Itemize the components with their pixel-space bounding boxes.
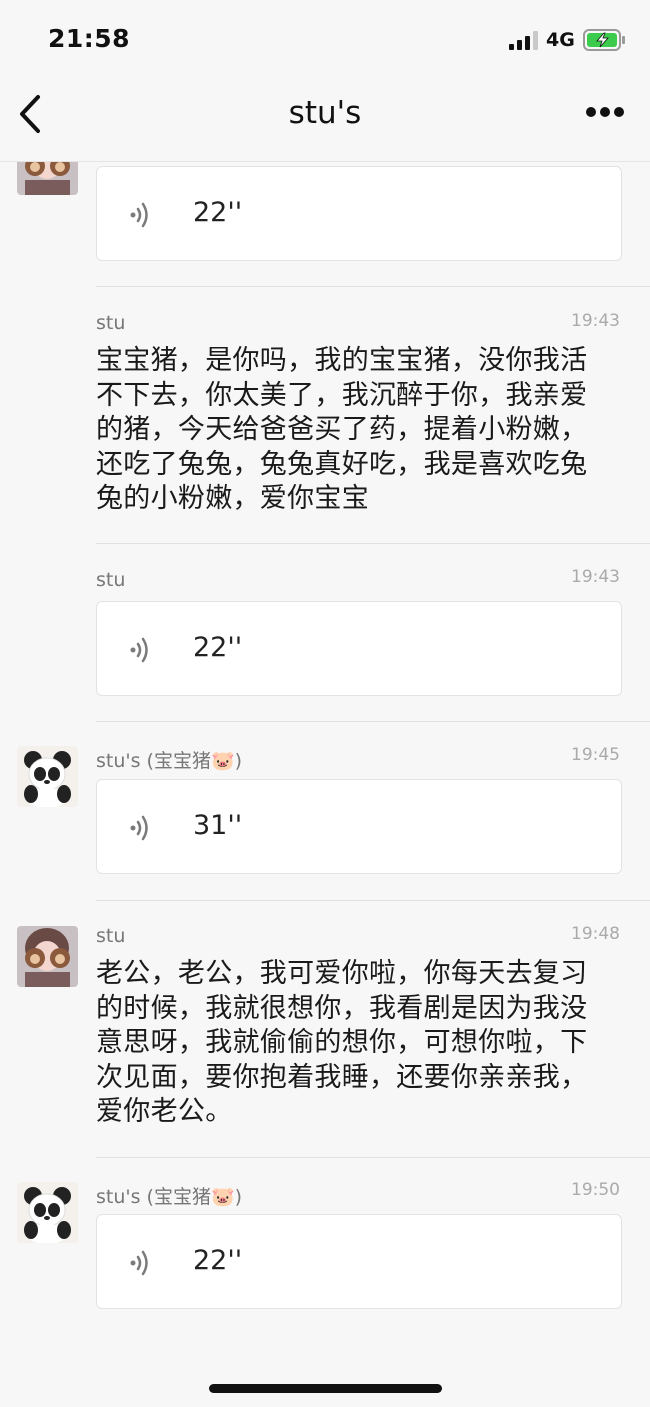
signal-strength-icon <box>509 30 539 50</box>
message-time: 19:43 <box>571 311 620 331</box>
voice-message[interactable]: 22'' <box>96 1214 622 1309</box>
status-time: 21:58 <box>48 24 131 53</box>
text-line: 兔的小粉嫩，爱你宝宝 <box>96 483 369 514</box>
message-divider <box>96 286 650 287</box>
chat-title: stu's <box>288 95 362 131</box>
message-time: 19:48 <box>571 924 620 944</box>
text-line: 还吃了兔兔，兔兔真好吃，我是喜欢吃兔 <box>96 448 588 480</box>
home-indicator[interactable] <box>209 1384 442 1393</box>
voice-wave-icon <box>130 202 148 228</box>
message-time: 19:45 <box>571 745 620 765</box>
voice-message[interactable]: 22'' <box>96 601 622 696</box>
voice-wave-icon <box>130 637 148 663</box>
avatar-stu[interactable] <box>17 926 78 987</box>
text-line: 老公，老公，我可爱你啦，你每天去复习 <box>96 958 588 989</box>
chat-screen: 21:58 4G stu's 22'' stu 19:43 宝宝猪，是你吗，我的… <box>0 0 650 1407</box>
battery-charging-icon <box>583 29 625 51</box>
sender-name: stu's (宝宝猪🐷) <box>96 1186 243 1208</box>
more-options-icon[interactable] <box>586 105 626 119</box>
message-divider <box>96 543 650 544</box>
avatar-stus[interactable] <box>17 1182 78 1243</box>
nav-bar: stu's <box>0 82 650 162</box>
text-line: 爱你老公。 <box>96 1096 233 1127</box>
voice-duration: 22'' <box>193 1245 243 1276</box>
sender-name: stu <box>96 312 126 334</box>
voice-wave-icon <box>130 815 148 841</box>
text-line: 宝宝猪，是你吗，我的宝宝猪，没你我活 <box>96 345 588 376</box>
sender-name: stu <box>96 569 126 591</box>
message-divider <box>96 1157 650 1158</box>
message-divider <box>96 721 650 722</box>
status-bar: 21:58 4G <box>0 0 650 82</box>
text-message[interactable]: 老公，老公，我可爱你啦，你每天去复习 的时候，我就很想你，我看剧是因为我没 意思… <box>96 957 620 1130</box>
message-divider <box>96 900 650 901</box>
text-line: 次见面，要你抱着我睡，还要你亲亲我， <box>96 1061 588 1093</box>
avatar-stus[interactable] <box>17 746 78 807</box>
voice-duration: 22'' <box>193 632 243 663</box>
text-message[interactable]: 宝宝猪，是你吗，我的宝宝猪，没你我活 不下去，你太美了，我沉醉于你，我亲爱 的猪… <box>96 344 620 517</box>
message-time: 19:43 <box>571 567 620 587</box>
text-line: 的猪，今天给爸爸买了药，提着小粉嫩， <box>96 414 588 445</box>
text-line: 的时候，我就很想你，我看剧是因为我没 <box>96 992 588 1024</box>
text-line: 不下去，你太美了，我沉醉于你，我亲爱 <box>96 379 588 411</box>
sender-name: stu's (宝宝猪🐷) <box>96 750 243 772</box>
voice-message[interactable]: 22'' <box>96 166 622 261</box>
network-type: 4G <box>546 29 575 51</box>
text-line: 意思呀，我就偷偷的想你，可想你啦，下 <box>96 1027 588 1058</box>
voice-message[interactable]: 31'' <box>96 779 622 874</box>
sender-name: stu <box>96 925 126 947</box>
message-time: 19:50 <box>571 1180 620 1200</box>
voice-wave-icon <box>130 1250 148 1276</box>
voice-duration: 31'' <box>193 810 243 841</box>
voice-duration: 22'' <box>193 197 243 228</box>
